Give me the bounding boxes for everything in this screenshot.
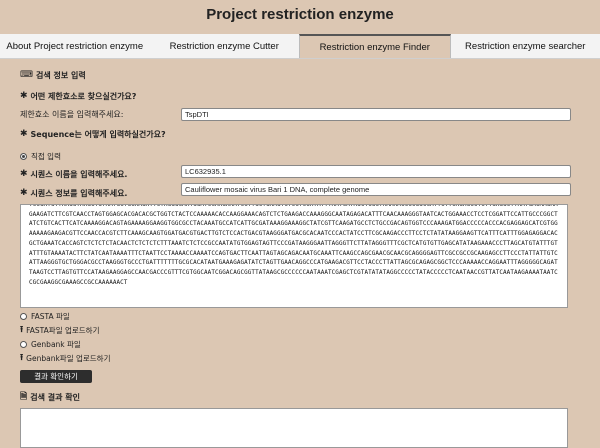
question-enzyme-text: 어떤 제한효소로 찾으실건가요? xyxy=(31,91,137,102)
upload-icon: ⭱ xyxy=(20,326,23,335)
asterisk-icon: ✱ xyxy=(20,92,28,101)
result-heading: 🗎 검색 결과 확인 xyxy=(20,392,80,403)
enzyme-name-label: 제한효소 이름을 입력해주세요: xyxy=(20,109,123,120)
seq-info-label-text: 시퀀스 정보를 입력해주세요. xyxy=(31,188,128,199)
radio-selected-icon xyxy=(20,153,27,160)
tab-finder[interactable]: Restriction enzyme Finder xyxy=(299,34,451,58)
question-sequence-text: Sequence는 어떻게 입력하실건가요? xyxy=(31,129,166,140)
seq-info-input[interactable]: Cauliflower mosaic virus Bari 1 DNA, com… xyxy=(181,183,571,196)
finder-panel: ⌨ 검색 정보 입력 ✱ 어떤 제한효소로 찾으실건가요? 제한효소 이름을 입… xyxy=(0,59,600,436)
question-enzyme: ✱ 어떤 제한효소로 찾으실건가요? xyxy=(20,91,136,102)
radio-unselected-icon xyxy=(20,313,27,320)
page-title: Project restriction enzyme xyxy=(0,6,600,23)
asterisk-icon: ✱ xyxy=(20,170,28,179)
search-info-title: 검색 정보 입력 xyxy=(36,70,86,81)
genbank-upload-label: Genbank파일 업로드하기 xyxy=(26,353,110,364)
seq-info-label: ✱ 시퀀스 정보를 입력해주세요. xyxy=(20,188,127,199)
upload-icon: ⭱ xyxy=(20,354,23,363)
asterisk-icon: ✱ xyxy=(20,189,28,198)
genbank-upload-link[interactable]: ⭱ Genbank파일 업로드하기 xyxy=(20,353,110,364)
tab-about[interactable]: About Project restriction enzyme xyxy=(0,34,150,58)
result-title: 검색 결과 확인 xyxy=(30,392,80,403)
sequence-textarea[interactable]: TCCGATGTTAAGGTAAGCTGTAATGCTGCAAGATTCTAGG… xyxy=(20,204,568,308)
search-info-heading: ⌨ 검색 정보 입력 xyxy=(20,70,86,81)
question-sequence: ✱ Sequence는 어떻게 입력하실건가요? xyxy=(20,129,166,140)
submit-button[interactable]: 결과 확인하기 xyxy=(20,370,92,383)
sequence-text: TCCGATGTTAAGGTAAGCTGTAATGCTGCAAGATTCTAGG… xyxy=(29,204,561,288)
radio-fasta-label: FASTA 파일 xyxy=(31,311,70,322)
seq-name-input[interactable]: LC632935.1 xyxy=(181,165,571,178)
fasta-upload-label: FASTA파일 업로드하기 xyxy=(26,325,99,336)
asterisk-icon: ✱ xyxy=(20,130,28,139)
radio-direct-input-label: 직접 입력 xyxy=(31,151,61,162)
tab-searcher[interactable]: Restriction enzyme searcher xyxy=(451,34,600,58)
sequence-underline xyxy=(29,307,429,308)
keyboard-icon: ⌨ xyxy=(20,71,33,80)
radio-unselected-icon xyxy=(20,341,27,348)
radio-genbank-label: Genbank 파일 xyxy=(31,339,81,350)
result-box xyxy=(20,408,568,448)
enzyme-name-input[interactable]: TspDTI xyxy=(181,108,571,121)
document-icon: 🗎 xyxy=(20,393,27,402)
fasta-upload-link[interactable]: ⭱ FASTA파일 업로드하기 xyxy=(20,325,100,336)
seq-name-label-text: 시퀀스 이름을 입력해주세요. xyxy=(31,169,128,180)
tab-bar: About Project restriction enzyme Restric… xyxy=(0,34,600,59)
radio-genbank-file[interactable]: Genbank 파일 xyxy=(20,339,81,350)
seq-name-label: ✱ 시퀀스 이름을 입력해주세요. xyxy=(20,169,127,180)
radio-fasta-file[interactable]: FASTA 파일 xyxy=(20,311,70,322)
radio-direct-input[interactable]: 직접 입력 xyxy=(20,151,61,162)
tab-cutter[interactable]: Restriction enzyme Cutter xyxy=(150,34,300,58)
